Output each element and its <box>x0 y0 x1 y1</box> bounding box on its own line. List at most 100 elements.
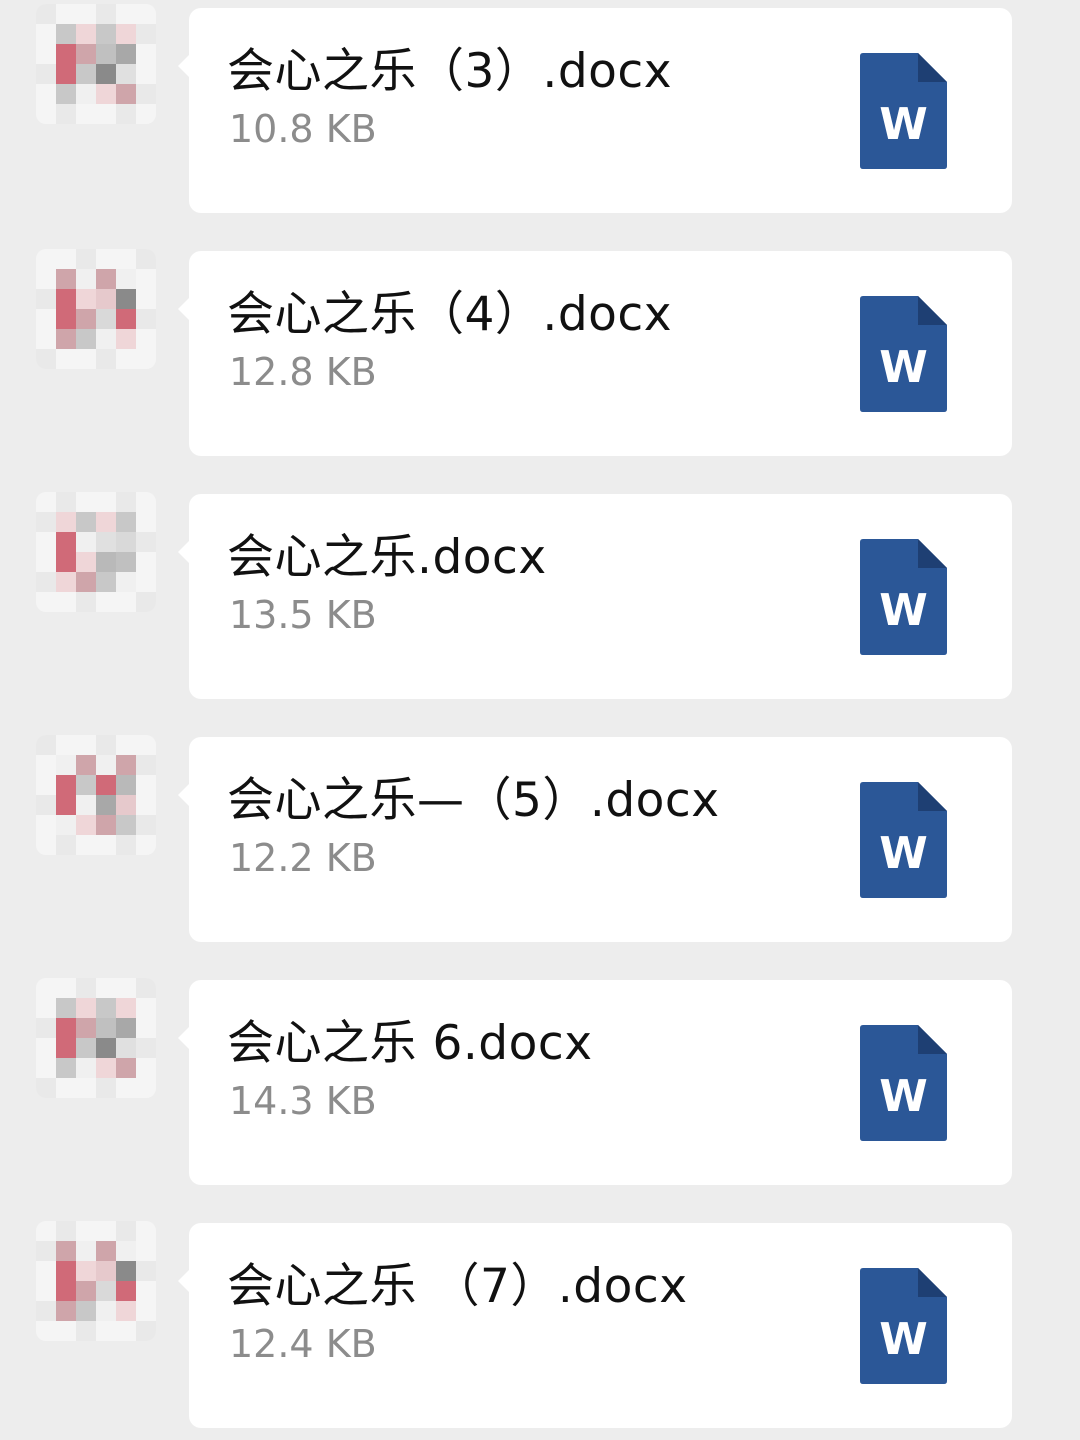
avatar-mosaic-pixel <box>96 349 116 369</box>
message-row: 会心之乐 6.docx 14.3 KB W <box>0 972 1080 1185</box>
avatar-mosaic-pixel <box>116 1078 136 1098</box>
avatar-mosaic-pixel <box>96 64 116 84</box>
sender-avatar[interactable] <box>36 492 156 612</box>
avatar-mosaic-pixel <box>96 532 116 552</box>
word-doc-letter: W <box>879 828 928 879</box>
avatar-mosaic-pixel <box>36 512 56 532</box>
avatar-mosaic-pixel <box>56 978 76 998</box>
avatar-mosaic-pixel <box>116 775 136 795</box>
avatar-mosaic-pixel <box>36 24 56 44</box>
avatar-mosaic-pixel <box>116 532 136 552</box>
avatar-mosaic-pixel <box>56 1078 76 1098</box>
avatar-mosaic-pixel <box>136 592 156 612</box>
avatar-mosaic-pixel <box>76 755 96 775</box>
avatar-mosaic-pixel <box>116 978 136 998</box>
avatar-mosaic-pixel <box>116 309 136 329</box>
avatar-mosaic-pixel <box>116 64 136 84</box>
avatar-mosaic-pixel <box>76 835 96 855</box>
sender-avatar[interactable] <box>36 249 156 369</box>
avatar-mosaic-pixel <box>56 532 76 552</box>
avatar-mosaic-pixel <box>96 755 116 775</box>
file-message-bubble[interactable]: 会心之乐（3）.docx 10.8 KB W <box>178 8 1012 213</box>
avatar-mosaic-pixel <box>36 492 56 512</box>
avatar-mosaic-pixel <box>96 104 116 124</box>
file-message-bubble[interactable]: 会心之乐—（5）.docx 12.2 KB W <box>178 737 1012 942</box>
file-message-bubble[interactable]: 会心之乐 （7）.docx 12.4 KB W <box>178 1223 1012 1428</box>
avatar-mosaic-pixel <box>136 269 156 289</box>
avatar-mosaic-pixel <box>136 309 156 329</box>
avatar-mosaic-pixel <box>56 735 76 755</box>
avatar-mosaic-pixel <box>116 592 136 612</box>
avatar-mosaic-pixel <box>116 1261 136 1281</box>
avatar-mosaic-pixel <box>36 592 56 612</box>
avatar-mosaic-pixel <box>76 44 96 64</box>
avatar-mosaic-pixel <box>36 815 56 835</box>
avatar-mosaic-pixel <box>56 349 76 369</box>
avatar-mosaic-pixel <box>56 64 76 84</box>
avatar-mosaic-pixel <box>36 1321 56 1341</box>
avatar-mosaic-pixel <box>96 269 116 289</box>
avatar-mosaic-pixel <box>56 1281 76 1301</box>
file-message-bubble[interactable]: 会心之乐.docx 13.5 KB W <box>178 494 1012 699</box>
avatar-mosaic-pixel <box>96 24 116 44</box>
avatar-mosaic-pixel <box>96 1241 116 1261</box>
avatar-mosaic-pixel <box>56 998 76 1018</box>
word-doc-icon: W <box>860 53 947 169</box>
file-message-bubble[interactable]: 会心之乐（4）.docx 12.8 KB W <box>178 251 1012 456</box>
avatar-mosaic-pixel <box>136 572 156 592</box>
avatar-mosaic-pixel <box>36 572 56 592</box>
word-doc-fold <box>918 782 947 811</box>
sender-avatar[interactable] <box>36 1221 156 1341</box>
message-row: 会心之乐 （7）.docx 12.4 KB W <box>0 1215 1080 1428</box>
avatar-mosaic-pixel <box>96 289 116 309</box>
avatar-mosaic-pixel <box>36 329 56 349</box>
message-row: 会心之乐（3）.docx 10.8 KB W <box>0 0 1080 213</box>
avatar-mosaic-pixel <box>56 815 76 835</box>
avatar-mosaic-pixel <box>136 1058 156 1078</box>
avatar-mosaic-pixel <box>76 329 96 349</box>
avatar-mosaic-pixel <box>96 735 116 755</box>
avatar-mosaic-pixel <box>96 815 116 835</box>
avatar-mosaic-pixel <box>116 492 136 512</box>
avatar-mosaic-pixel <box>36 249 56 269</box>
sender-avatar[interactable] <box>36 978 156 1098</box>
avatar-mosaic-pixel <box>76 492 96 512</box>
avatar-mosaic-pixel <box>116 1018 136 1038</box>
avatar-mosaic-pixel <box>136 289 156 309</box>
avatar-mosaic-pixel <box>116 552 136 572</box>
file-message-bubble[interactable]: 会心之乐 6.docx 14.3 KB W <box>178 980 1012 1185</box>
sender-avatar[interactable] <box>36 4 156 124</box>
avatar-mosaic-pixel <box>56 4 76 24</box>
avatar-mosaic-pixel <box>76 998 96 1018</box>
avatar-mosaic-pixel <box>116 1241 136 1261</box>
avatar-mosaic-pixel <box>96 309 116 329</box>
avatar-mosaic-pixel <box>56 249 76 269</box>
avatar-mosaic-pixel <box>96 552 116 572</box>
avatar-mosaic-pixel <box>116 815 136 835</box>
avatar-mosaic-pixel <box>136 1301 156 1321</box>
avatar-mosaic-pixel <box>116 1038 136 1058</box>
sender-avatar[interactable] <box>36 735 156 855</box>
avatar-mosaic-pixel <box>36 835 56 855</box>
avatar-mosaic-pixel <box>136 755 156 775</box>
avatar-mosaic-pixel <box>76 84 96 104</box>
avatar-mosaic-pixel <box>76 572 96 592</box>
avatar-mosaic-pixel <box>76 104 96 124</box>
avatar-mosaic-pixel <box>36 998 56 1018</box>
file-name: 会心之乐（3）.docx <box>227 44 673 99</box>
avatar-mosaic-pixel <box>36 775 56 795</box>
avatar-mosaic-pixel <box>76 1221 96 1241</box>
chat-message-list: 会心之乐（3）.docx 10.8 KB W 会心之乐（4）.docx 12.8 KB W… <box>0 0 1080 1440</box>
avatar-mosaic-pixel <box>96 978 116 998</box>
avatar-mosaic-pixel <box>116 24 136 44</box>
avatar-mosaic-pixel <box>76 309 96 329</box>
message-row: 会心之乐.docx 13.5 KB W <box>0 486 1080 699</box>
avatar-mosaic-pixel <box>76 1241 96 1261</box>
avatar-mosaic-pixel <box>76 1281 96 1301</box>
message-row: 会心之乐（4）.docx 12.8 KB W <box>0 243 1080 456</box>
avatar-mosaic-pixel <box>36 1301 56 1321</box>
avatar-mosaic-pixel <box>56 592 76 612</box>
file-size: 12.2 KB <box>229 836 377 880</box>
message-row: 会心之乐—（5）.docx 12.2 KB W <box>0 729 1080 942</box>
file-size: 10.8 KB <box>229 107 377 151</box>
